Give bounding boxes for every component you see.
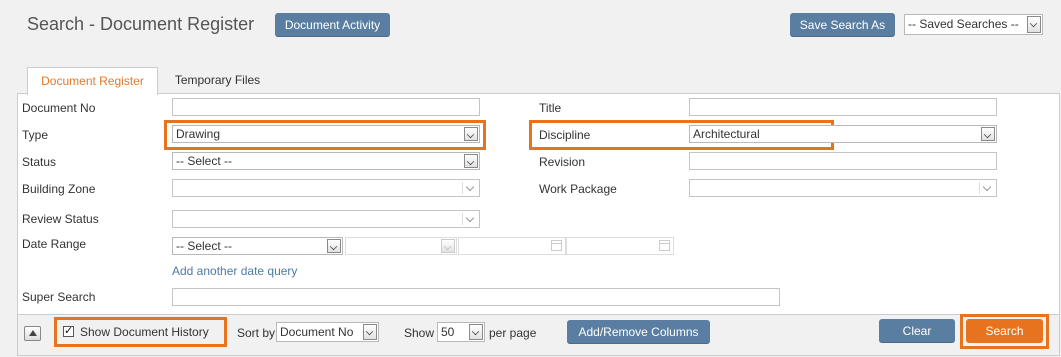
super-search-label: Super Search [22,290,96,304]
super-search-input[interactable] [172,288,780,306]
clear-button[interactable]: Clear [879,319,955,343]
sort-by-value: Document No [280,325,354,339]
collapse-up-icon[interactable] [24,326,41,341]
show-history-label: Show Document History [80,325,209,339]
search-button[interactable]: Search [966,319,1043,343]
date-from-input[interactable] [458,237,566,255]
review-status-select[interactable] [172,210,480,228]
building-zone-label: Building Zone [22,182,96,196]
chevron-down-icon [469,324,483,340]
tab-label: Document Register [41,74,144,88]
discipline-value: Architectural [693,127,760,141]
chevron-down-icon [1027,16,1041,33]
work-package-select[interactable] [689,179,997,197]
date-range-label: Date Range [22,237,87,251]
type-value: Drawing [176,127,221,141]
chevron-down-icon [981,127,995,141]
date-range-operator-select[interactable] [345,237,457,255]
title-label: Title [539,101,562,115]
chevron-down-icon [441,239,455,253]
tab-label: Temporary Files [174,73,261,87]
page-title: Search - Document Register [27,14,255,34]
add-date-query-link[interactable]: Add another date query [172,264,297,278]
document-activity-button[interactable]: Document Activity [275,13,390,37]
chevron-down-icon [462,213,477,225]
tab-document-register[interactable]: Document Register [27,67,158,95]
calendar-icon[interactable] [551,240,562,251]
chevron-down-icon [327,239,341,253]
saved-searches-select[interactable]: -- Saved Searches -- [904,14,1043,35]
date-to-input[interactable] [566,237,674,255]
document-no-label: Document No [22,101,96,115]
per-page-label: per page [489,326,537,340]
building-zone-select[interactable] [172,179,480,197]
chevron-down-icon [462,182,477,194]
save-search-as-button[interactable]: Save Search As [790,13,895,37]
sort-by-label: Sort by [237,326,276,340]
date-range-select[interactable]: -- Select -- [172,237,343,255]
chevron-down-icon [363,324,377,340]
status-select[interactable]: -- Select -- [172,152,480,170]
calendar-icon[interactable] [659,240,670,251]
review-status-label: Review Status [22,212,99,226]
type-select[interactable]: Drawing [172,125,480,143]
revision-input[interactable] [689,152,997,170]
show-history-checkbox[interactable]: ✓ [63,326,74,337]
revision-label: Revision [539,155,586,169]
add-remove-columns-button[interactable]: Add/Remove Columns [567,320,710,344]
work-package-label: Work Package [539,182,617,196]
page-size-select[interactable]: 50 [437,322,485,342]
status-label: Status [22,155,57,169]
chevron-down-icon [979,182,994,194]
title-input[interactable] [689,98,997,116]
chevron-down-icon [464,127,478,141]
chevron-down-icon [464,154,478,168]
tab-temporary-files[interactable]: Temporary Files [160,67,275,94]
saved-searches-value: -- Saved Searches -- [908,17,1019,31]
status-value: -- Select -- [176,154,233,168]
document-no-input[interactable] [172,98,480,116]
show-label: Show [404,326,435,340]
page-size-value: 50 [441,325,455,339]
type-label: Type [22,128,49,142]
discipline-select[interactable]: Architectural [689,125,997,143]
date-range-value: -- Select -- [176,239,233,253]
sort-by-select[interactable]: Document No [276,322,379,342]
